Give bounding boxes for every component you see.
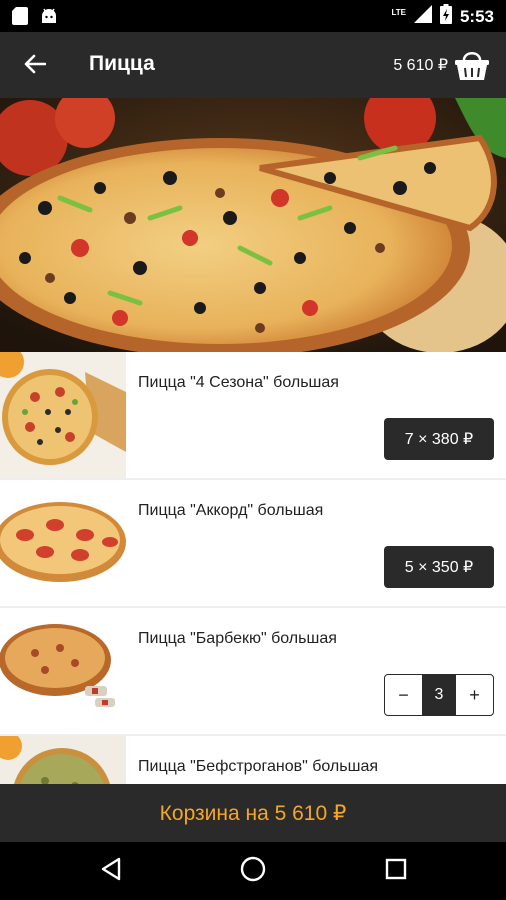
product-row[interactable]: Пицца "Бефстроганов" большая [0, 736, 506, 784]
network-label: LTE [391, 8, 406, 17]
product-list: Пицца "4 Сезона" большая 7 × 380 ₽ Пицца… [0, 352, 506, 784]
app-bar: Пицца 5 610 ₽ [0, 32, 506, 98]
increase-button[interactable]: + [456, 675, 493, 715]
product-row[interactable]: Пицца "Барбекю" большая − 3 + [0, 608, 506, 734]
signal-icon [413, 5, 432, 28]
product-row[interactable]: Пицца "Аккорд" большая 5 × 350 ₽ [0, 480, 506, 606]
price-button[interactable]: 7 × 380 ₽ [384, 418, 494, 460]
product-name: Пицца "Аккорд" большая [138, 502, 324, 519]
sd-card-icon [12, 7, 28, 30]
cart-total: 5 610 ₽ [393, 57, 448, 74]
basket-icon [454, 52, 490, 86]
price-button[interactable]: 5 × 350 ₽ [384, 546, 494, 588]
product-name: Пицца "Бефстроганов" большая [138, 758, 378, 775]
cart-bar-button[interactable]: Корзина на 5 610 ₽ [0, 784, 506, 842]
product-name: Пицца "Барбекю" большая [138, 630, 337, 647]
product-image [0, 480, 126, 606]
quantity-stepper: − 3 + [384, 674, 494, 716]
category-hero-image [0, 98, 506, 352]
system-nav-bar [0, 842, 506, 900]
cart-button[interactable] [454, 48, 490, 82]
back-button[interactable] [18, 49, 52, 83]
product-row[interactable]: Пицца "4 Сезона" большая 7 × 380 ₽ [0, 352, 506, 478]
quantity-value: 3 [422, 675, 456, 715]
battery-icon [439, 4, 452, 29]
back-arrow-icon [24, 53, 47, 80]
nav-home-button[interactable] [238, 856, 268, 886]
page-title: Пицца [89, 52, 155, 75]
cart-bar-label: Корзина на 5 610 ₽ [159, 801, 347, 825]
home-circle-icon [240, 856, 266, 887]
android-icon [40, 7, 58, 30]
product-image [0, 352, 126, 478]
nav-recents-button[interactable] [381, 856, 411, 886]
status-bar: LTE 5:53 [0, 0, 506, 32]
product-name: Пицца "4 Сезона" большая [138, 374, 339, 391]
product-image [0, 608, 126, 734]
back-triangle-icon [100, 857, 122, 886]
product-image [0, 736, 126, 784]
recents-square-icon [385, 858, 407, 885]
decrease-button[interactable]: − [385, 675, 422, 715]
status-time: 5:53 [459, 6, 494, 26]
nav-back-button[interactable] [96, 856, 126, 886]
